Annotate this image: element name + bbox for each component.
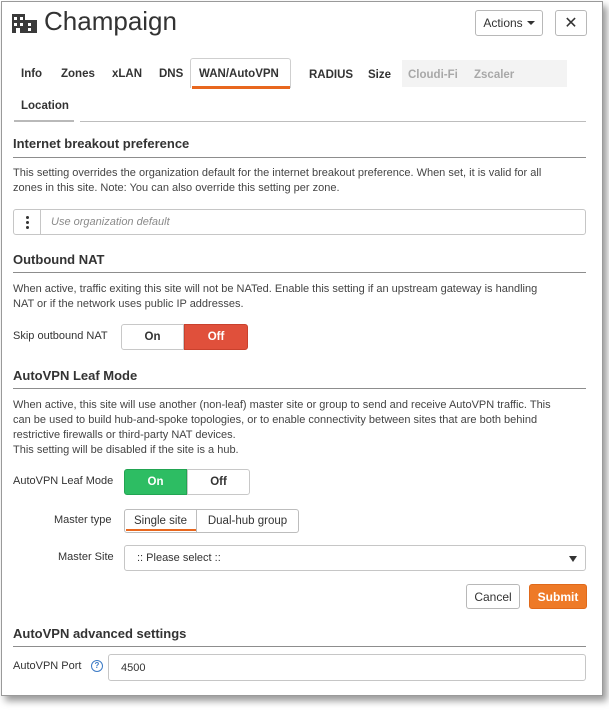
master-type-label: Master type [54, 514, 112, 526]
leaf-mode-off-button[interactable]: Off [187, 469, 250, 495]
section-divider [13, 388, 586, 389]
tab-wan-autovpn[interactable]: WAN/AutoVPN [199, 68, 279, 80]
tabs-divider [80, 121, 586, 122]
section-divider [13, 157, 586, 158]
question-circle-icon[interactable]: ? [91, 660, 103, 672]
location-tab-underline [14, 120, 74, 122]
tab-xlan[interactable]: xLAN [112, 68, 142, 80]
autovpn-port-value: 4500 [121, 662, 146, 674]
skip-nat-on-button[interactable]: On [121, 324, 184, 350]
tab-cloudi-fi: Cloudi-Fi [408, 69, 458, 81]
tab-zscaler: Zscaler [474, 69, 515, 81]
master-type-dual-hub-group[interactable]: Dual-hub group [196, 509, 299, 533]
actions-dropdown-button[interactable]: Actions [475, 10, 543, 36]
breakout-options-button[interactable] [13, 209, 41, 235]
master-site-value: :: Please select :: [137, 552, 221, 564]
description-line: This setting overrides the organization … [13, 167, 542, 179]
description-line: NAT or if the network uses public IP add… [13, 298, 244, 310]
section-heading-internet-breakout: Internet breakout preference [13, 136, 190, 151]
tab-radius[interactable]: RADIUS [309, 69, 353, 81]
internet-breakout-description: This setting overrides the organization … [13, 166, 541, 196]
description-line: When active, traffic exiting this site w… [13, 283, 538, 295]
actions-button-label: Actions [483, 16, 523, 30]
breakout-placeholder: Use organization default [51, 216, 170, 228]
description-line: This setting will be disabled if the sit… [13, 444, 239, 456]
outbound-nat-description: When active, traffic exiting this site w… [13, 282, 537, 312]
tab-zones[interactable]: Zones [61, 68, 95, 80]
description-line: can be used to build hub-and-spoke topol… [13, 414, 538, 426]
section-heading-autovpn-advanced: AutoVPN advanced settings [13, 626, 187, 641]
tab-dns[interactable]: DNS [159, 68, 183, 80]
description-line: restrictive firewalls or third-party NAT… [13, 429, 236, 441]
master-site-label: Master Site [58, 551, 114, 563]
tab-size[interactable]: Size [368, 69, 391, 81]
master-type-selected-underline [126, 529, 196, 531]
leaf-mode-on-button[interactable]: On [124, 469, 187, 495]
skip-nat-off-button[interactable]: Off [184, 324, 248, 350]
tab-info[interactable]: Info [21, 68, 42, 80]
description-line: When active, this site will use another … [13, 399, 551, 411]
breakout-preference-input[interactable]: Use organization default [40, 209, 586, 235]
autovpn-leaf-mode-label: AutoVPN Leaf Mode [13, 475, 114, 487]
section-heading-autovpn-leaf: AutoVPN Leaf Mode [13, 368, 138, 383]
close-button[interactable]: ✕ [555, 10, 587, 36]
cancel-button[interactable]: Cancel [466, 584, 520, 609]
tab-location[interactable]: Location [21, 100, 69, 112]
master-site-select[interactable]: :: Please select :: [124, 545, 586, 571]
page-title: Champaign [44, 6, 177, 36]
submit-button[interactable]: Submit [529, 584, 587, 609]
section-heading-outbound-nat: Outbound NAT [13, 252, 105, 267]
skip-outbound-nat-label: Skip outbound NAT [13, 330, 108, 342]
close-icon: ✕ [564, 15, 578, 32]
autovpn-port-input[interactable]: 4500 [108, 654, 586, 681]
building-icon [12, 14, 37, 33]
vertical-ellipsis-icon [26, 216, 29, 229]
dropdown-arrow-icon [569, 556, 577, 562]
active-tab-underline [192, 86, 290, 89]
caret-down-icon [526, 21, 535, 25]
section-divider [13, 272, 586, 273]
description-line: zones in this site. Note: You can also o… [13, 182, 340, 194]
autovpn-port-label: AutoVPN Port [13, 660, 82, 672]
autovpn-leaf-description: When active, this site will use another … [13, 398, 551, 458]
site-settings-panel: Champaign Actions ✕ Info Zones xLAN DNS … [1, 1, 603, 696]
section-divider [13, 646, 586, 647]
